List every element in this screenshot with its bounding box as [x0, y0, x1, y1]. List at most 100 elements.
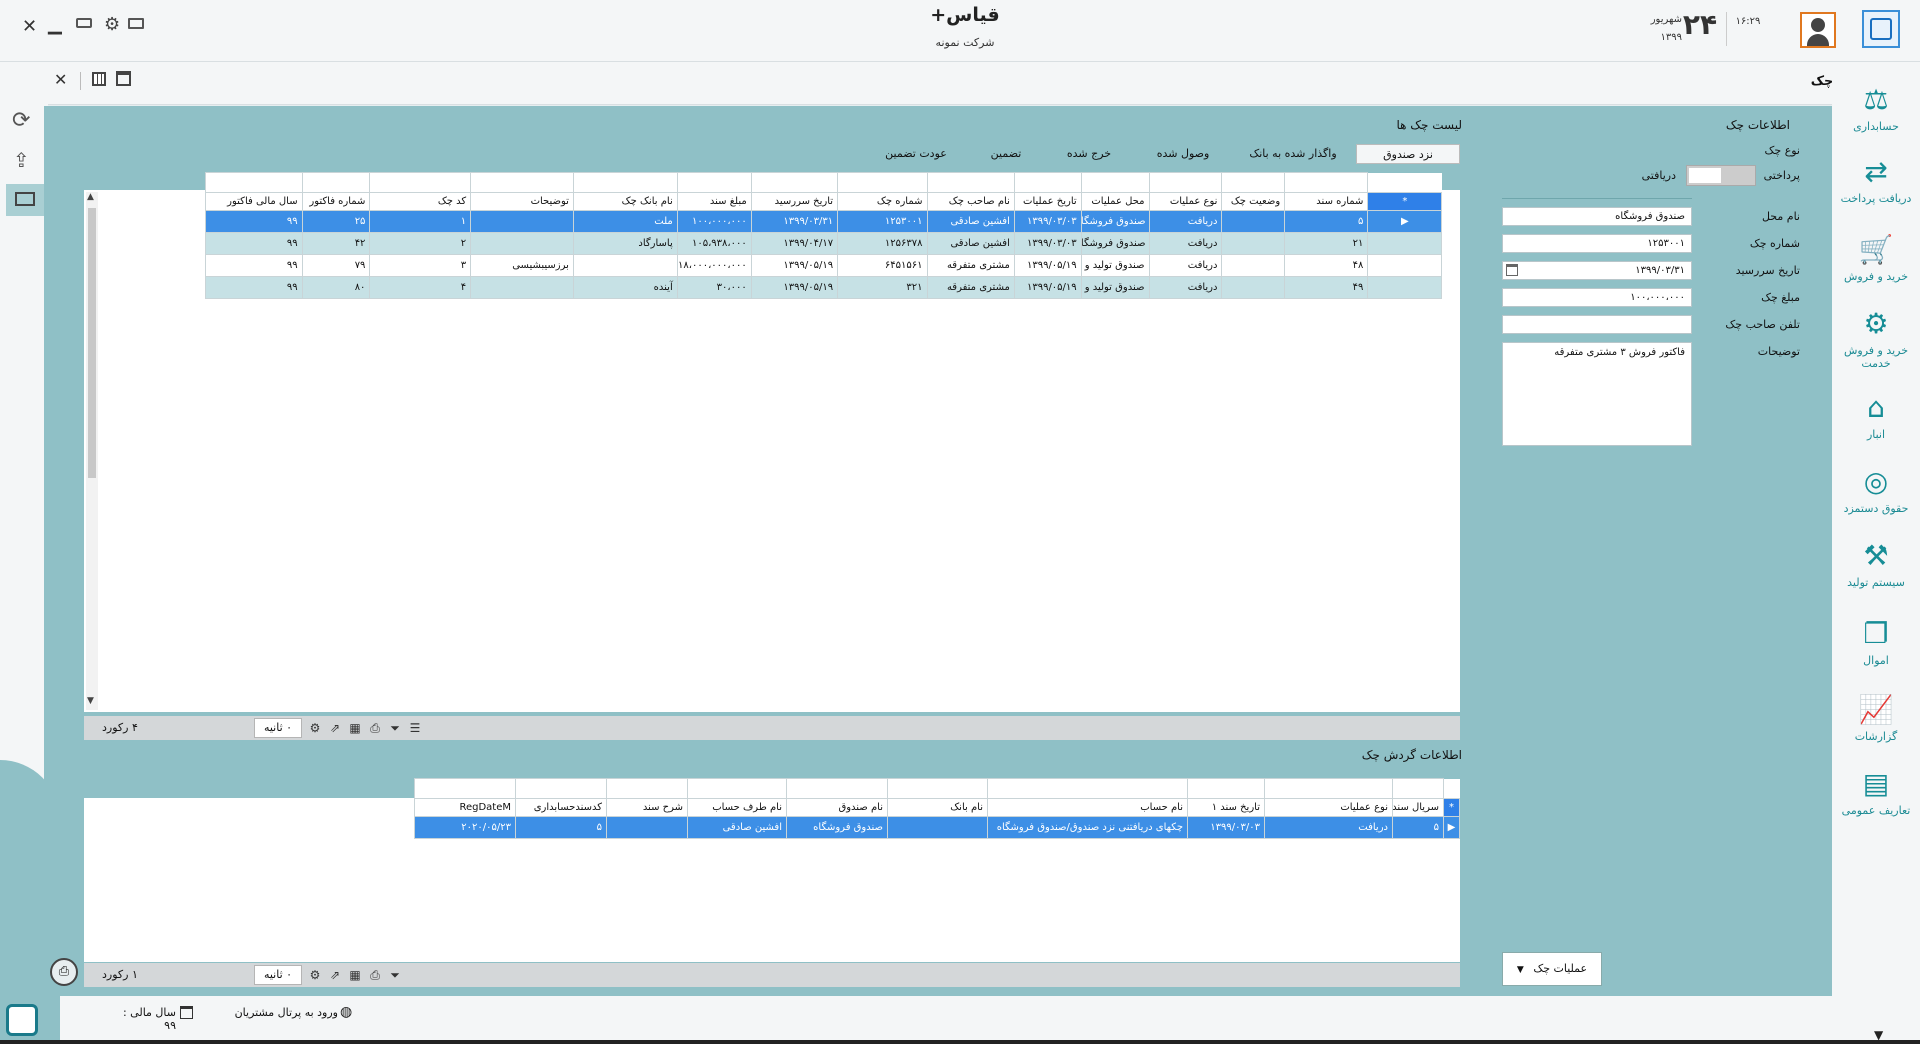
export-icon[interactable]: ⇗ [326, 719, 344, 737]
table-cell: ۷۹ [301, 254, 371, 277]
column-header[interactable]: نوع عملیات [1148, 192, 1223, 211]
check-type-toggle[interactable] [1686, 165, 1756, 186]
current-row-icon[interactable]: ▶ [1443, 816, 1460, 839]
print-icon[interactable]: ⎙ [366, 719, 384, 737]
phone-field[interactable] [1502, 315, 1692, 334]
table-row[interactable]: ۹۹ ۷۹ ۳ برزسیبشیسی ۱۸،۰۰۰،۰۰۰،۰۰۰ ۱۳۹۹/۰۵/۱۹ ۶… [205, 254, 1459, 277]
current-row-icon[interactable]: ▶ [1367, 210, 1443, 233]
column-header[interactable]: سال مالی فاکتور [205, 192, 303, 211]
amount-field[interactable]: ۱۰۰،۰۰۰،۰۰۰ [1502, 288, 1692, 307]
nav-item-2[interactable]: 🛒 خرید و فروش [1832, 230, 1920, 283]
date-picker-icon[interactable] [1506, 264, 1518, 276]
close-icon[interactable]: ✕ [22, 16, 37, 37]
refresh-icon[interactable]: ⟳ [12, 108, 30, 133]
tab-2[interactable]: وصول شده [1134, 144, 1232, 164]
column-header[interactable]: نام صندوق [786, 798, 888, 817]
description-field[interactable]: فاکتور فروش ۳ مشتری متفرقه [1502, 342, 1692, 446]
nav-item-7[interactable]: ❐ اموال [1832, 614, 1920, 667]
table-row[interactable]: ۹۹ ۴۲ ۲ پاسارگاد ۱۰۵،۹۳۸،۰۰۰ ۱۳۹۹/۰۴/۱۷ ۱۲۵۶۳۷… [205, 232, 1459, 255]
refresh-interval[interactable]: ۰ ثانیه [254, 718, 302, 738]
keyboard-icon[interactable] [76, 18, 92, 28]
upload-icon[interactable]: ⇪ [13, 148, 30, 172]
nav-item-5[interactable]: ◎ حقوق دستمزد [1832, 462, 1920, 515]
minimize-icon[interactable]: ▁ [48, 14, 62, 35]
table-cell: ۳ [369, 254, 472, 277]
tab-1[interactable]: واگذار شده به بانک [1236, 144, 1350, 164]
settings-icon[interactable]: ⚙ [306, 966, 324, 984]
globe-icon[interactable]: ◍ [340, 1004, 352, 1020]
column-header[interactable]: شماره سند [1284, 192, 1369, 211]
list-icon[interactable]: ☰ [406, 719, 424, 737]
gear-icon[interactable]: ⚙ [104, 14, 120, 35]
check-operations-button[interactable]: عملیات چک ▼ [1502, 952, 1602, 986]
table-row[interactable]: ۹۹ ۲۵ ۱ ملت ۱۰۰،۰۰۰،۰۰۰ ۱۳۹۹/۰۳/۳۱ ۱۲۵۳۰۰۱ افشی… [205, 210, 1459, 233]
settings-icon[interactable]: ⚙ [306, 719, 324, 737]
table-cell: ۲۱ [1284, 232, 1369, 255]
column-header[interactable]: کدسندحسابداری [515, 798, 607, 817]
filter-icon[interactable]: ⏷ [386, 719, 404, 737]
columns-icon[interactable]: ▦ [346, 719, 364, 737]
monitor-icon[interactable] [128, 18, 144, 29]
row-selector[interactable] [1367, 276, 1443, 299]
nav-item-8[interactable]: 📈 گزارشات [1832, 690, 1920, 743]
new-row-icon[interactable]: * [1367, 192, 1443, 211]
edit-panel-button[interactable] [6, 184, 44, 216]
refresh-interval[interactable]: ۰ ثانیه [254, 965, 302, 985]
export-icon[interactable]: ⇗ [326, 966, 344, 984]
column-header[interactable]: وضعیت چک [1221, 192, 1286, 211]
calendar-icon[interactable] [116, 71, 131, 86]
scroll-up-icon[interactable]: ▲ [87, 192, 94, 202]
tab-4[interactable]: تضمین [968, 144, 1044, 164]
nav-item-0[interactable]: ⚖ حسابداری [1832, 80, 1920, 133]
tab-0[interactable]: نزد صندوق [1356, 144, 1460, 164]
filter-icon[interactable]: ⏷ [386, 966, 404, 984]
nav-item-4[interactable]: ⌂ انبار [1832, 388, 1920, 441]
print-round-button[interactable]: ⎙ [50, 958, 78, 986]
column-header[interactable]: نام طرف حساب [687, 798, 787, 817]
table-cell [470, 276, 574, 299]
column-header[interactable]: شماره چک [837, 192, 928, 211]
new-row-icon[interactable]: * [1443, 798, 1460, 817]
column-header[interactable]: توضیحات [470, 192, 574, 211]
column-header[interactable]: مبلغ سند [676, 192, 752, 211]
column-header[interactable]: نام بانک [887, 798, 988, 817]
column-header[interactable]: سریال سند [1392, 798, 1444, 817]
column-header[interactable]: تاریخ سند ۱ [1187, 798, 1265, 817]
row-selector[interactable] [1367, 232, 1443, 255]
due-date-field[interactable]: ۱۳۹۹/۰۳/۳۱ [1502, 261, 1692, 280]
nav-item-6[interactable]: ⚒ سیستم تولید [1832, 536, 1920, 589]
table-row[interactable]: ۲۰۲۰/۰۵/۲۳ ۵ افشین صادقی صندوق فروشگاه چکهای… [414, 816, 1460, 839]
check-number-field[interactable]: ۱۲۵۳۰۰۱ [1502, 234, 1692, 253]
grid-icon[interactable] [92, 72, 106, 86]
scroll-thumb[interactable] [88, 208, 96, 478]
nav-item-3[interactable]: ⚙ خرید و فروش خدمت [1832, 304, 1920, 370]
column-header[interactable]: کد چک [369, 192, 472, 211]
close-page-icon[interactable]: ✕ [54, 70, 67, 89]
column-header[interactable]: شرح سند [606, 798, 688, 817]
group-header-cell [1284, 172, 1369, 193]
column-header[interactable]: نام حساب [987, 798, 1188, 817]
portal-link[interactable]: ورود به پرتال مشتریان [230, 1006, 338, 1019]
column-header[interactable]: نوع عملیات [1264, 798, 1393, 817]
column-header[interactable]: محل عملیات [1080, 192, 1150, 211]
print-icon[interactable]: ⎙ [366, 966, 384, 984]
avatar[interactable] [1800, 12, 1836, 48]
column-header[interactable]: تاریخ سررسید [750, 192, 839, 211]
column-header[interactable]: RegDateM [414, 798, 516, 817]
group-header-cell [750, 172, 839, 193]
column-header[interactable]: نام بانک چک [572, 192, 678, 211]
tab-3[interactable]: خرج شده [1048, 144, 1130, 164]
place-name-field[interactable]: صندوق فروشگاه [1502, 207, 1692, 226]
nav-item-9[interactable]: ▤ تعاریف عمومی [1832, 764, 1920, 817]
scroll-down-icon[interactable]: ▼ [87, 696, 94, 706]
tab-5[interactable]: عودت تضمین [868, 144, 964, 164]
row-selector[interactable] [1367, 254, 1443, 277]
column-header[interactable]: شماره فاکتور [301, 192, 371, 211]
table-row[interactable]: ۹۹ ۸۰ ۴ آینده ۳۰،۰۰۰ ۱۳۹۹/۰۵/۱۹ ۳۲۱ مشتری متفرق… [205, 276, 1459, 299]
check-list-scrollbar[interactable]: ▲ ▼ [86, 192, 98, 710]
column-header[interactable]: نام صاحب چک [926, 192, 1015, 211]
nav-item-label: تعاریف عمومی [1841, 804, 1911, 817]
nav-item-1[interactable]: ⇄ دریافت پرداخت [1832, 152, 1920, 205]
columns-icon[interactable]: ▦ [346, 966, 364, 984]
column-header[interactable]: تاریخ عملیات [1013, 192, 1082, 211]
